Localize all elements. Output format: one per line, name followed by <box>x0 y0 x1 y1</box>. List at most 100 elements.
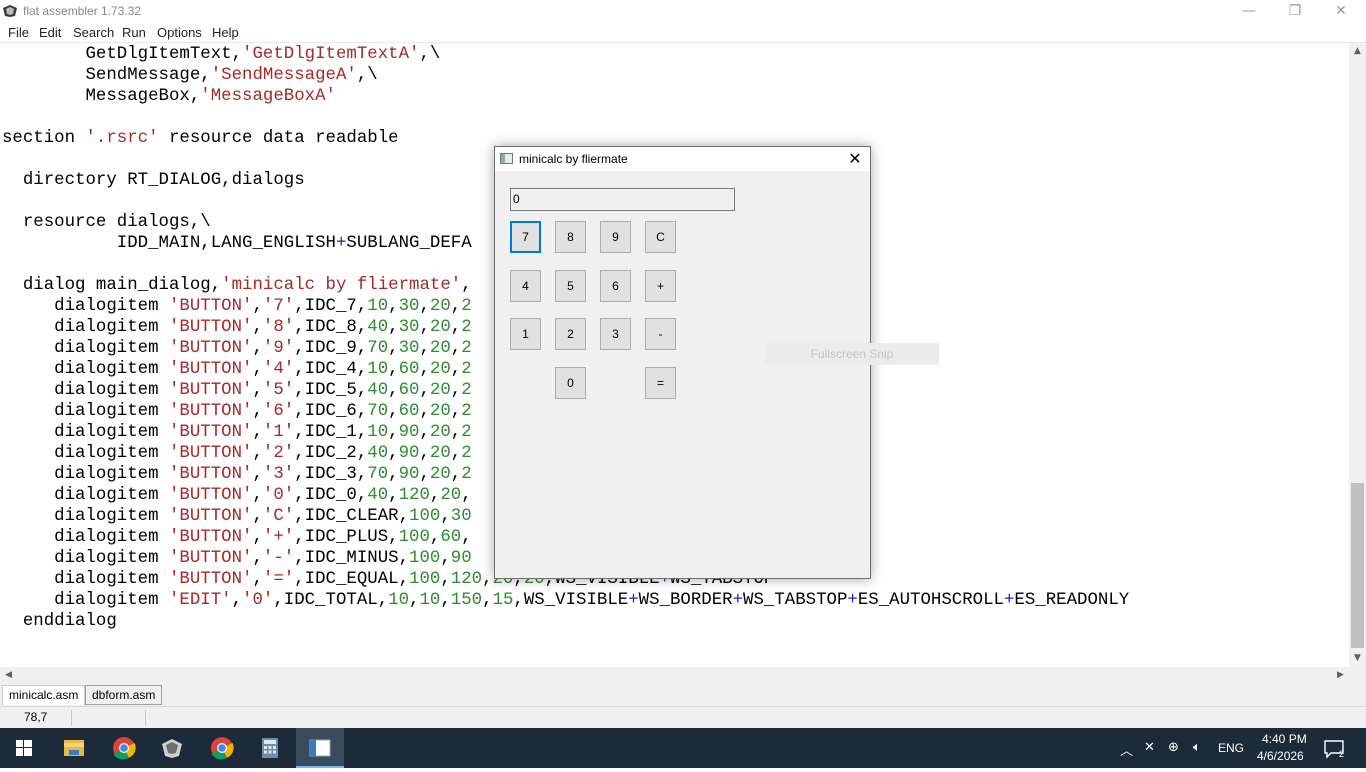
menu-options[interactable]: Options <box>157 25 202 40</box>
code-text: ,\ <box>419 45 441 64</box>
button-5[interactable]: 5 <box>555 270 586 302</box>
code-line[interactable]: GetDlgItemText,'GetDlgItemTextA',\ <box>2 44 1129 65</box>
code-operator: + <box>732 591 744 610</box>
code-text: ,\ <box>356 66 378 85</box>
code-string: 'BUTTON' <box>168 444 253 463</box>
code-string: 'BUTTON' <box>168 402 253 421</box>
code-number: 20 <box>429 360 451 379</box>
code-number: 90 <box>398 444 420 463</box>
code-text: dialogitem <box>2 318 169 337</box>
code-number: 20 <box>429 381 451 400</box>
code-number: 2 <box>461 423 472 442</box>
code-string: 'BUTTON' <box>168 297 253 316</box>
scroll-left-icon[interactable]: ◀ <box>0 667 17 684</box>
total-display[interactable]: 0 <box>510 188 735 211</box>
code-number: 10 <box>419 591 441 610</box>
code-number: 90 <box>398 465 420 484</box>
code-line[interactable] <box>2 107 1129 128</box>
button-6[interactable]: 6 <box>600 270 631 302</box>
close-button[interactable]: ✕ <box>1318 0 1364 23</box>
restore-button[interactable]: ❐ <box>1272 0 1318 23</box>
code-text: ,IDC_8, <box>294 318 368 337</box>
button-minus[interactable]: - <box>645 318 676 350</box>
code-text: ,IDC_TOTAL, <box>273 591 389 610</box>
menu-run[interactable]: Run <box>122 25 146 40</box>
button-9[interactable]: 9 <box>600 221 631 253</box>
menu-edit[interactable]: Edit <box>39 25 61 40</box>
clock-date[interactable]: 4/6/2026 <box>1257 749 1304 763</box>
code-string: '+' <box>262 528 295 547</box>
code-number: 40 <box>367 444 389 463</box>
code-number: 30 <box>450 507 472 526</box>
code-line[interactable]: MessageBox,'MessageBoxA' <box>2 86 1129 107</box>
code-text: , <box>252 318 263 337</box>
button-0[interactable]: 0 <box>555 367 586 399</box>
title-bar: flat assembler 1.73.32 — ❐ ✕ <box>0 0 1366 23</box>
code-number: 2 <box>461 381 472 400</box>
code-text: , <box>419 423 430 442</box>
code-number: 10 <box>367 360 389 379</box>
scroll-right-icon[interactable]: ▶ <box>1332 667 1349 684</box>
notification-icon[interactable]: 2 <box>1323 739 1345 759</box>
code-text: ,IDC_6, <box>294 402 368 421</box>
tab-dbform[interactable]: dbform.asm <box>85 685 163 705</box>
code-text: resource data readable <box>158 129 399 148</box>
menu-help[interactable]: Help <box>212 25 239 40</box>
language-indicator[interactable]: ENG <box>1218 741 1244 755</box>
scroll-up-icon[interactable]: ▲ <box>1349 43 1366 60</box>
horizontal-scrollbar[interactable]: ◀ ▶ <box>0 667 1349 684</box>
code-text: WS_BORDER <box>638 591 733 610</box>
code-text: , <box>388 465 399 484</box>
windows-start-icon[interactable] <box>0 728 48 768</box>
code-line[interactable]: SendMessage,'SendMessageA',\ <box>2 65 1129 86</box>
code-number: 70 <box>367 339 389 358</box>
button-8[interactable]: 8 <box>555 221 586 253</box>
code-text: , <box>252 402 263 421</box>
code-string: 'BUTTON' <box>168 549 253 568</box>
button-4[interactable]: 4 <box>510 270 541 302</box>
button-2[interactable]: 2 <box>555 318 586 350</box>
code-line[interactable]: enddialog <box>2 611 1129 632</box>
code-number: 100 <box>409 549 441 568</box>
volume-icon[interactable]: 🔈︎ <box>1193 740 1201 755</box>
code-text: ,IDC_EQUAL, <box>294 570 410 589</box>
fasm-window-icon[interactable] <box>296 728 344 768</box>
dialog-close-icon[interactable]: ✕ <box>840 147 870 171</box>
button-3[interactable]: 3 <box>600 318 631 350</box>
calculator-icon[interactable] <box>246 728 294 768</box>
menu-file[interactable]: File <box>8 25 29 40</box>
code-string: 'BUTTON' <box>168 465 253 484</box>
file-explorer-icon[interactable] <box>50 728 98 768</box>
code-string: '-' <box>262 549 295 568</box>
code-number: 2 <box>461 318 472 337</box>
chrome-icon[interactable] <box>100 728 148 768</box>
vertical-scrollbar[interactable]: ▲ ▼ <box>1349 43 1366 667</box>
scroll-down-icon[interactable]: ▼ <box>1349 650 1366 667</box>
input-indicator-icon[interactable]: ✕ <box>1144 740 1155 755</box>
show-hidden-icons-icon[interactable]: ︿ <box>1120 740 1133 759</box>
dialog-title-bar[interactable]: minicalc by fliermate ✕ <box>495 147 870 171</box>
code-number: 10 <box>367 423 389 442</box>
button-7[interactable]: 7 <box>510 221 541 253</box>
scrollbar-corner <box>1349 667 1366 684</box>
scroll-thumb[interactable] <box>1351 483 1364 648</box>
network-icon[interactable]: ⊕ <box>1168 740 1179 755</box>
menu-search[interactable]: Search <box>73 25 114 40</box>
chrome-icon-2[interactable] <box>198 728 246 768</box>
clock-time[interactable]: 4:40 PM <box>1262 732 1307 746</box>
code-string: 'BUTTON' <box>168 423 253 442</box>
taskbar: ︿ ✕ ⊕ 🔈︎ ENG 4:40 PM 4/6/2026 2 <box>0 728 1366 768</box>
code-number: 10 <box>367 297 389 316</box>
button-equal[interactable]: = <box>645 367 676 399</box>
code-line[interactable]: dialogitem 'EDIT','0',IDC_TOTAL,10,10,15… <box>2 590 1129 611</box>
code-text: dialogitem <box>2 486 169 505</box>
code-text: dialogitem <box>2 549 169 568</box>
window-title: flat assembler 1.73.32 <box>23 4 142 18</box>
button-clear[interactable]: C <box>645 221 676 253</box>
code-text: ,IDC_CLEAR, <box>294 507 410 526</box>
fasm-icon[interactable] <box>148 728 196 768</box>
tab-minicalc[interactable]: minicalc.asm <box>2 685 86 705</box>
button-plus[interactable]: + <box>645 270 676 302</box>
button-1[interactable]: 1 <box>510 318 541 350</box>
minimize-button[interactable]: — <box>1226 0 1272 23</box>
